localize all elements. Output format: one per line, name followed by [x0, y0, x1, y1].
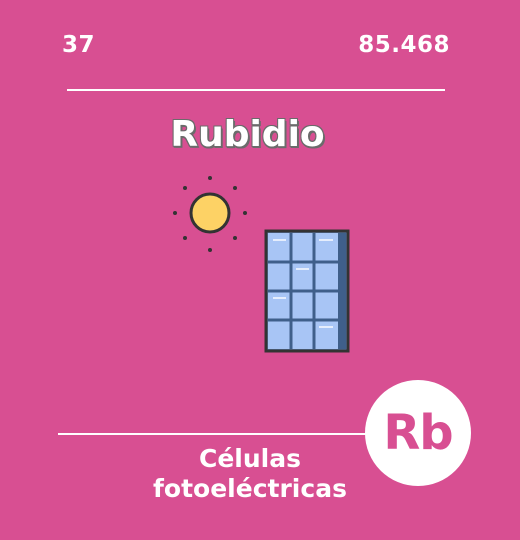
sun-icon: [173, 176, 247, 252]
solar-panel-icon: [264, 229, 350, 353]
top-divider: [67, 89, 445, 91]
application-line-1: Células: [199, 444, 301, 473]
illustration: [165, 170, 365, 360]
application-line-2: fotoeléctricas: [153, 474, 347, 503]
atomic-mass: 85.468: [358, 32, 450, 58]
element-name: Rubidio: [170, 114, 325, 155]
illustration-svg: [173, 176, 350, 353]
atomic-number: 37: [62, 32, 96, 58]
bottom-divider: [58, 433, 378, 435]
application-label: Células fotoeléctricas: [100, 444, 400, 504]
